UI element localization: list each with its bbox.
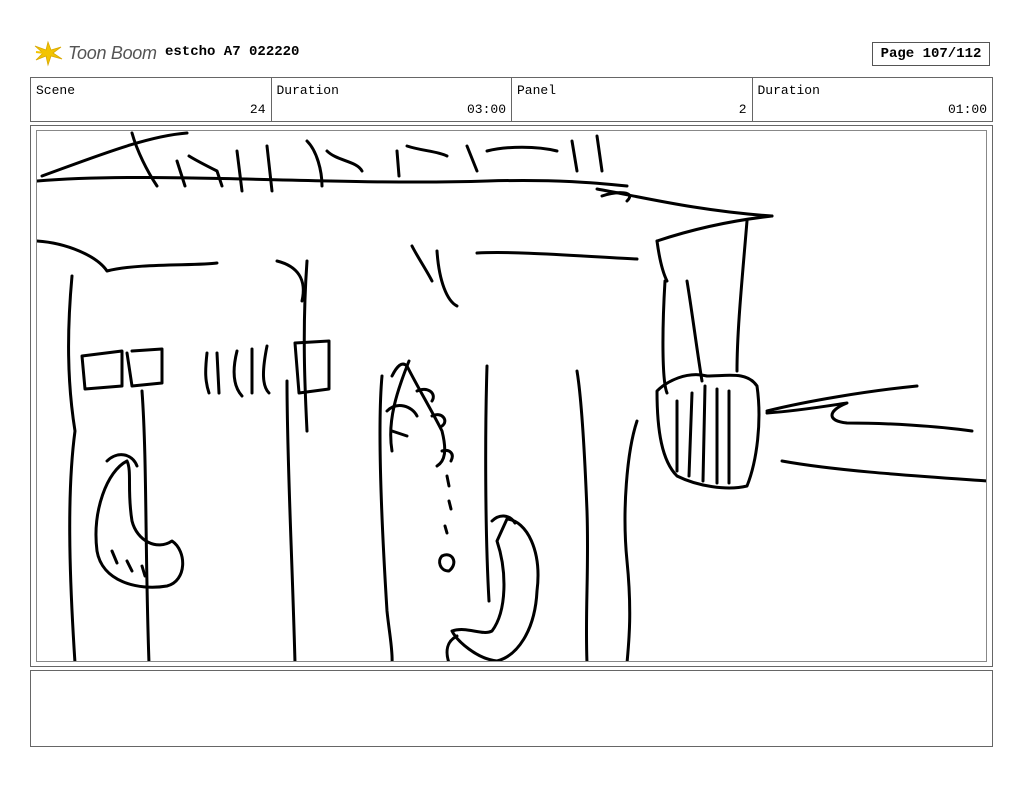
logo-text: Toon Boom — [68, 42, 157, 63]
panel-duration-cell: Duration 01:00 — [753, 78, 993, 121]
panel-value: 2 — [738, 102, 747, 117]
scene-duration-label: Duration — [276, 83, 339, 98]
panel-duration-value: 01:00 — [947, 102, 987, 117]
page-indicator: Page 107/112 — [872, 42, 990, 66]
panel-label: Panel — [517, 83, 557, 98]
panel-cell: Panel 2 — [512, 78, 753, 121]
storyboard-panel — [30, 125, 993, 667]
scene-duration-cell: Duration 03:00 — [272, 78, 512, 121]
scene-value: 24 — [249, 102, 266, 117]
project-title: estcho A7 022220 — [165, 44, 300, 60]
panel-sketch — [37, 131, 986, 661]
panel-drawing-area — [36, 130, 987, 662]
info-row: Scene 24 Duration 03:00 Panel 2 Duration… — [30, 77, 993, 122]
scene-cell: Scene 24 — [31, 78, 272, 121]
notes-box — [30, 670, 993, 747]
starburst-icon — [34, 40, 63, 67]
scene-duration-value: 03:00 — [466, 102, 506, 117]
panel-duration-label: Duration — [757, 83, 820, 98]
toon-boom-logo: Toon Boom — [34, 38, 157, 68]
scene-label: Scene — [36, 83, 76, 98]
